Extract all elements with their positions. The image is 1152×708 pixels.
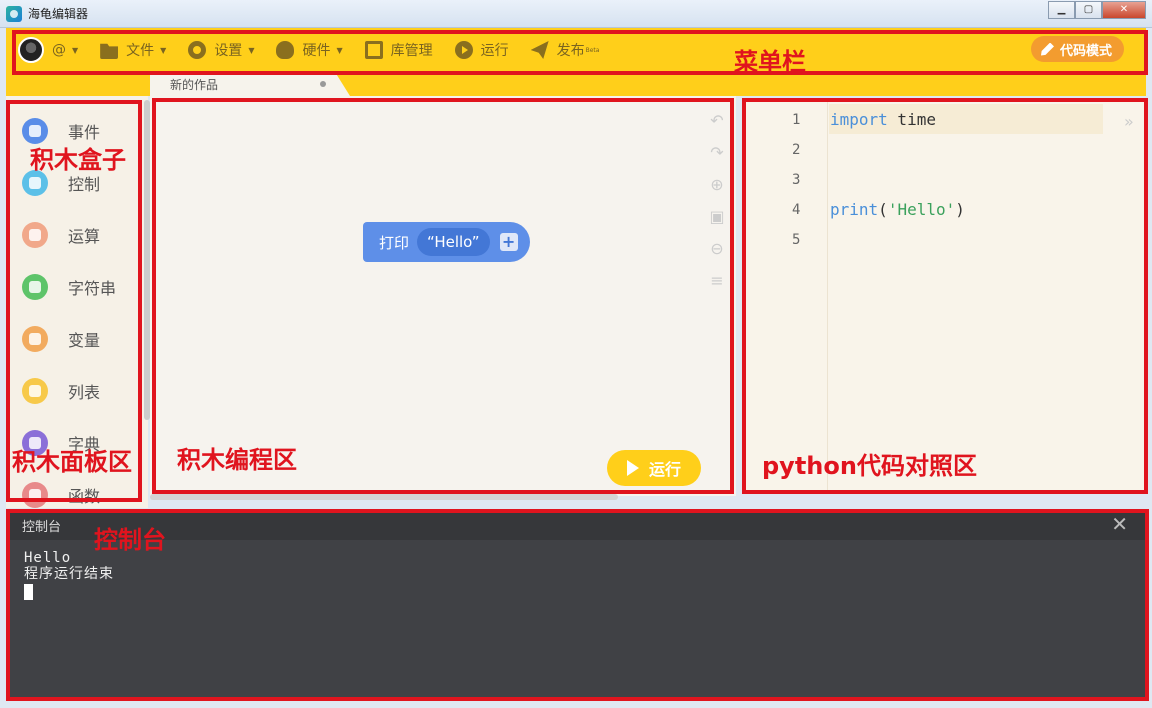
workspace-scrollbar[interactable]: [150, 494, 618, 500]
tab-label: 新的作品: [170, 78, 219, 92]
annotation-label-codearea: python代码对照区: [762, 452, 977, 480]
annotation-label-menubar: 菜单栏: [734, 48, 806, 76]
annotation-label-console: 控制台: [94, 526, 166, 554]
window-title: 海龟编辑器: [28, 7, 89, 21]
unsaved-dot-icon: [320, 81, 326, 87]
annotation-box-console: [6, 509, 1149, 701]
maximize-button[interactable]: ▢: [1075, 1, 1102, 19]
window-controls: ▁ ▢ ✕: [1048, 1, 1146, 19]
close-button[interactable]: ✕: [1102, 1, 1146, 19]
annotation-label-blockarea: 积木编程区: [177, 446, 297, 474]
annotation-label-blockbox: 积木盒子: [30, 146, 126, 174]
annotation-label-blockpanel: 积木面板区: [12, 448, 132, 476]
annotation-box-menubar: [12, 30, 1148, 75]
tab-new-project[interactable]: 新的作品: [150, 72, 350, 96]
annotation-box-blockarea: [152, 98, 734, 494]
tab-bar: 新的作品: [6, 72, 1146, 96]
window-titlebar: 海龟编辑器 ▁ ▢ ✕: [0, 0, 1152, 28]
annotation-box-codearea: [742, 98, 1148, 494]
minimize-button[interactable]: ▁: [1048, 1, 1075, 19]
app-icon: [6, 6, 22, 22]
